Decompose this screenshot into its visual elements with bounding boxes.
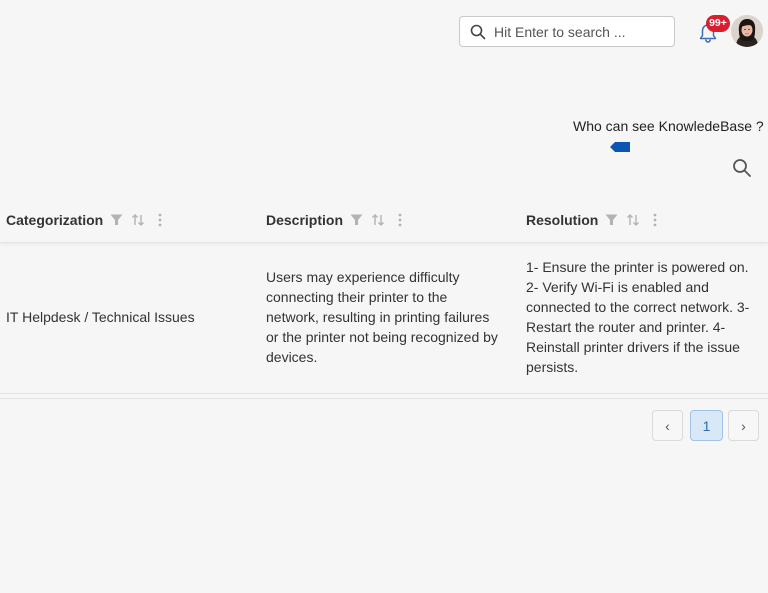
sort-icon[interactable] (131, 213, 145, 227)
pagination-prev-button[interactable]: ‹ (652, 410, 683, 441)
column-header-description: Description (266, 198, 407, 242)
cell-description: Users may experience difficulty connecti… (266, 269, 498, 365)
user-avatar[interactable] (731, 15, 763, 47)
global-search-box[interactable] (459, 16, 675, 47)
filter-icon[interactable] (109, 213, 123, 227)
pagination-next-button[interactable]: › (728, 410, 759, 441)
page-number: 1 (702, 417, 711, 434)
search-icon (470, 24, 486, 40)
column-menu-icon[interactable] (393, 213, 407, 227)
table-header: Categorization Description Resolution (0, 198, 768, 243)
global-search-input[interactable] (494, 23, 664, 40)
table-divider (0, 398, 768, 399)
filter-icon[interactable] (349, 213, 363, 227)
column-header-categorization: Categorization (6, 198, 167, 242)
column-label: Categorization (6, 212, 104, 228)
knowledge-base-page: 99+ Who can see KnowledeBase ? Categoriz… (0, 0, 768, 593)
table-search-icon[interactable] (732, 158, 752, 178)
notification-count-badge: 99+ (706, 15, 730, 32)
column-menu-icon[interactable] (153, 213, 167, 227)
visibility-indicator-icon[interactable] (609, 140, 631, 154)
pagination-page-button[interactable]: 1 (690, 410, 723, 441)
filter-icon[interactable] (604, 213, 618, 227)
table-row[interactable]: IT Helpdesk / Technical Issues Users may… (0, 243, 768, 394)
column-label: Description (266, 212, 344, 228)
sort-icon[interactable] (626, 213, 640, 227)
cell-categorization: IT Helpdesk / Technical Issues (6, 309, 195, 325)
chevron-left-icon: ‹ (665, 417, 670, 434)
sort-icon[interactable] (371, 213, 385, 227)
chevron-right-icon: › (741, 417, 746, 434)
cell-resolution: 1- Ensure the printer is powered on. 2- … (526, 259, 750, 375)
visibility-label: Who can see KnowledeBase ? (573, 118, 764, 134)
column-label: Resolution (526, 212, 599, 228)
column-menu-icon[interactable] (648, 213, 662, 227)
column-header-resolution: Resolution (526, 198, 662, 242)
